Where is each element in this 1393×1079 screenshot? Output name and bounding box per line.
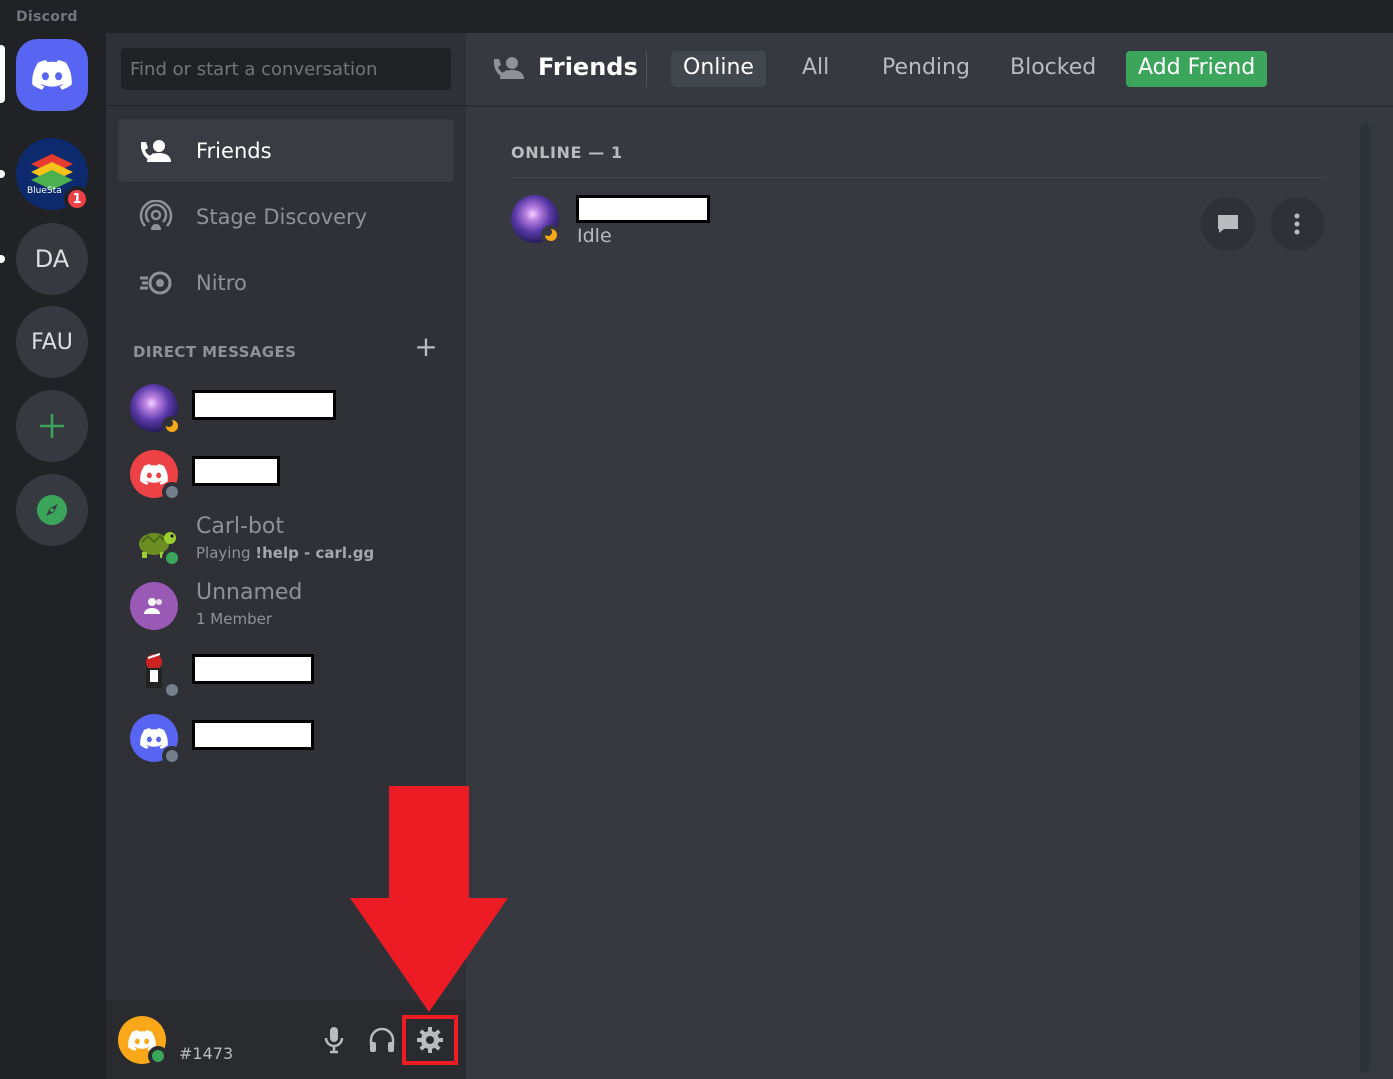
dm-item-group[interactable]: Unnamed 1 Member: [118, 576, 454, 636]
discord-logo-icon: [32, 60, 72, 90]
dm-member-count: 1 Member: [196, 610, 273, 628]
nav-friends[interactable]: Friends: [118, 119, 454, 182]
more-options-button[interactable]: [1270, 197, 1324, 251]
search-input[interactable]: [121, 48, 451, 90]
dm-item[interactable]: [118, 378, 454, 438]
idle-status-icon: [541, 225, 561, 245]
tab-blocked[interactable]: Blocked: [998, 51, 1108, 87]
settings-highlight-box: [402, 1015, 458, 1065]
friend-status-text: Idle: [577, 225, 612, 247]
friends-main: Friends Online All Pending Blocked Add F…: [466, 33, 1393, 1079]
plus-icon: [40, 414, 64, 438]
discord-logo-icon: [140, 727, 168, 749]
redacted-name: [192, 456, 280, 486]
unread-indicator: [0, 255, 5, 263]
add-friend-button[interactable]: Add Friend: [1126, 51, 1268, 87]
redacted-name: [192, 654, 314, 684]
dm-item[interactable]: [118, 444, 454, 504]
compass-icon: [37, 495, 67, 525]
redacted-name: [576, 195, 710, 223]
message-button[interactable]: [1201, 197, 1255, 251]
header-divider: [646, 51, 647, 87]
title-bar: Discord: [0, 0, 1393, 33]
app-title: Discord: [16, 9, 78, 25]
tab-online[interactable]: Online: [671, 51, 766, 87]
user-tag: #1473: [179, 1044, 234, 1063]
server-rail: BlueSta 1 DA FAU: [0, 33, 106, 1079]
dm-item-carl-bot[interactable]: Carl-bot Playing !help - carl.gg: [118, 510, 454, 570]
friends-header: Friends Online All Pending Blocked Add F…: [466, 33, 1393, 106]
nitro-icon: [136, 270, 176, 296]
scrollbar-track[interactable]: [1360, 123, 1370, 1073]
microphone-icon[interactable]: [318, 1024, 350, 1056]
dm-name: Unnamed: [196, 580, 303, 605]
tab-pending[interactable]: Pending: [870, 51, 982, 87]
group-icon: [144, 598, 162, 614]
add-server-button[interactable]: [16, 390, 88, 462]
discord-logo-icon: [140, 463, 168, 485]
selected-indicator: [0, 45, 5, 103]
stage-icon: [136, 199, 176, 234]
search-container: [106, 33, 466, 106]
online-count-header: ONLINE — 1: [511, 143, 623, 162]
dm-item[interactable]: [118, 642, 454, 702]
kebab-menu-icon: [1294, 213, 1300, 235]
redacted-name: [192, 390, 336, 420]
offline-status-icon: [162, 482, 182, 502]
create-dm-plus-icon[interactable]: +: [412, 333, 440, 361]
tab-all[interactable]: All: [790, 51, 841, 87]
dm-item[interactable]: [118, 708, 454, 768]
nav-label: Friends: [196, 138, 272, 163]
server-bluestacks[interactable]: BlueSta 1: [16, 138, 90, 212]
nav-label: Stage Discovery: [196, 204, 368, 229]
unread-indicator: [0, 170, 5, 178]
dm-name: Carl-bot: [196, 514, 284, 539]
friends-icon: [492, 55, 526, 85]
friends-icon: [136, 138, 176, 164]
idle-status-icon: [162, 416, 182, 436]
headphones-icon[interactable]: [366, 1024, 398, 1056]
explore-servers-button[interactable]: [16, 474, 88, 546]
nav-nitro[interactable]: Nitro: [118, 251, 454, 314]
chat-bubble-icon: [1218, 215, 1238, 233]
nav-stage-discovery[interactable]: Stage Discovery: [118, 185, 454, 248]
server-label: FAU: [31, 329, 73, 355]
divider: [511, 177, 1325, 178]
mention-badge: 1: [64, 186, 90, 212]
offline-status-icon: [162, 680, 182, 700]
group-avatar: [130, 582, 178, 630]
server-label: DA: [34, 245, 70, 273]
server-da[interactable]: DA: [16, 223, 88, 295]
dm-activity: Playing !help - carl.gg: [196, 544, 375, 562]
online-status-icon: [148, 1046, 168, 1066]
page-title: Friends: [538, 53, 638, 81]
home-button[interactable]: [16, 39, 88, 111]
nav-label: Nitro: [196, 270, 247, 295]
dm-section-header: DIRECT MESSAGES: [133, 343, 297, 361]
friend-row[interactable]: Idle: [511, 195, 1325, 255]
offline-status-icon: [162, 746, 182, 766]
online-status-icon: [162, 548, 182, 568]
server-short-name: BlueSta: [27, 186, 62, 196]
red-arrow-annotation-icon: [350, 786, 508, 1012]
redacted-name: [192, 720, 314, 750]
server-fau[interactable]: FAU: [16, 306, 88, 378]
